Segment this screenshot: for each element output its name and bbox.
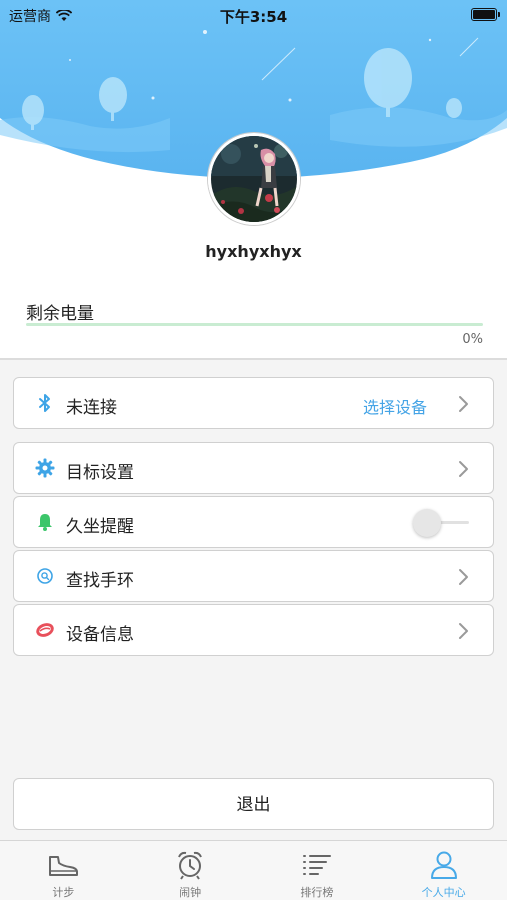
connection-row[interactable]: 未连接 选择设备	[13, 377, 494, 429]
sedentary-reminder-label: 久坐提醒	[66, 517, 134, 537]
sedentary-reminder-toggle[interactable]	[413, 509, 469, 537]
search-icon	[37, 568, 53, 584]
logout-button[interactable]: 退出	[13, 778, 494, 830]
tab-bar: 计步 闹钟 排行榜 个人中心	[0, 840, 507, 900]
goal-settings-label: 目标设置	[66, 463, 134, 483]
tab-profile[interactable]: 个人中心	[380, 841, 507, 900]
shoe-icon	[49, 856, 79, 876]
wristband-icon	[36, 623, 54, 637]
device-info-label: 设备信息	[66, 625, 134, 645]
device-info-row[interactable]: 设备信息	[13, 604, 494, 656]
find-band-row[interactable]: 查找手环	[13, 550, 494, 602]
sedentary-reminder-row: 久坐提醒	[13, 496, 494, 548]
toggle-knob[interactable]	[413, 509, 441, 537]
tab-profile-label: 个人中心	[421, 886, 466, 899]
tab-alarm-label: 闹钟	[179, 886, 202, 899]
chevron-right-icon	[459, 623, 468, 639]
goal-settings-row[interactable]: 目标设置	[13, 442, 494, 494]
battery-status-icon	[471, 8, 500, 21]
username: hyxhyxhyx	[205, 242, 302, 261]
bluetooth-icon	[39, 394, 50, 412]
status-bar: 运营商 下午3:54	[0, 0, 507, 28]
tab-steps[interactable]: 计步	[0, 841, 127, 900]
battery-label: 剩余电量	[26, 304, 94, 324]
chevron-right-icon	[459, 461, 468, 477]
alarm-clock-icon	[178, 851, 203, 880]
profile-header: 运营商 下午3:54 hyxhyxhyx 剩余电量 0%	[0, 0, 507, 360]
tab-ranking-label: 排行榜	[300, 886, 334, 899]
status-time: 下午3:54	[219, 8, 288, 26]
chevron-right-icon	[459, 569, 468, 585]
tab-ranking[interactable]: 排行榜	[254, 841, 381, 900]
find-band-label: 查找手环	[66, 571, 134, 591]
avatar-image	[211, 136, 297, 222]
battery-progress-bar	[26, 323, 483, 326]
ranking-list-icon	[302, 855, 331, 875]
tab-steps-label: 计步	[52, 886, 75, 899]
chevron-right-icon	[459, 396, 468, 412]
tab-alarm[interactable]: 闹钟	[127, 841, 254, 900]
select-device-link[interactable]: 选择设备	[363, 394, 427, 418]
avatar[interactable]	[208, 133, 300, 225]
gear-icon	[35, 458, 55, 478]
person-icon	[430, 851, 457, 879]
profile-page: 运营商 下午3:54 hyxhyxhyx 剩余电量 0% 未连接 选择设备 目标…	[0, 0, 507, 900]
connection-status-label: 未连接	[66, 398, 117, 418]
battery-percent: 0%	[462, 332, 483, 347]
bell-icon	[38, 514, 52, 531]
